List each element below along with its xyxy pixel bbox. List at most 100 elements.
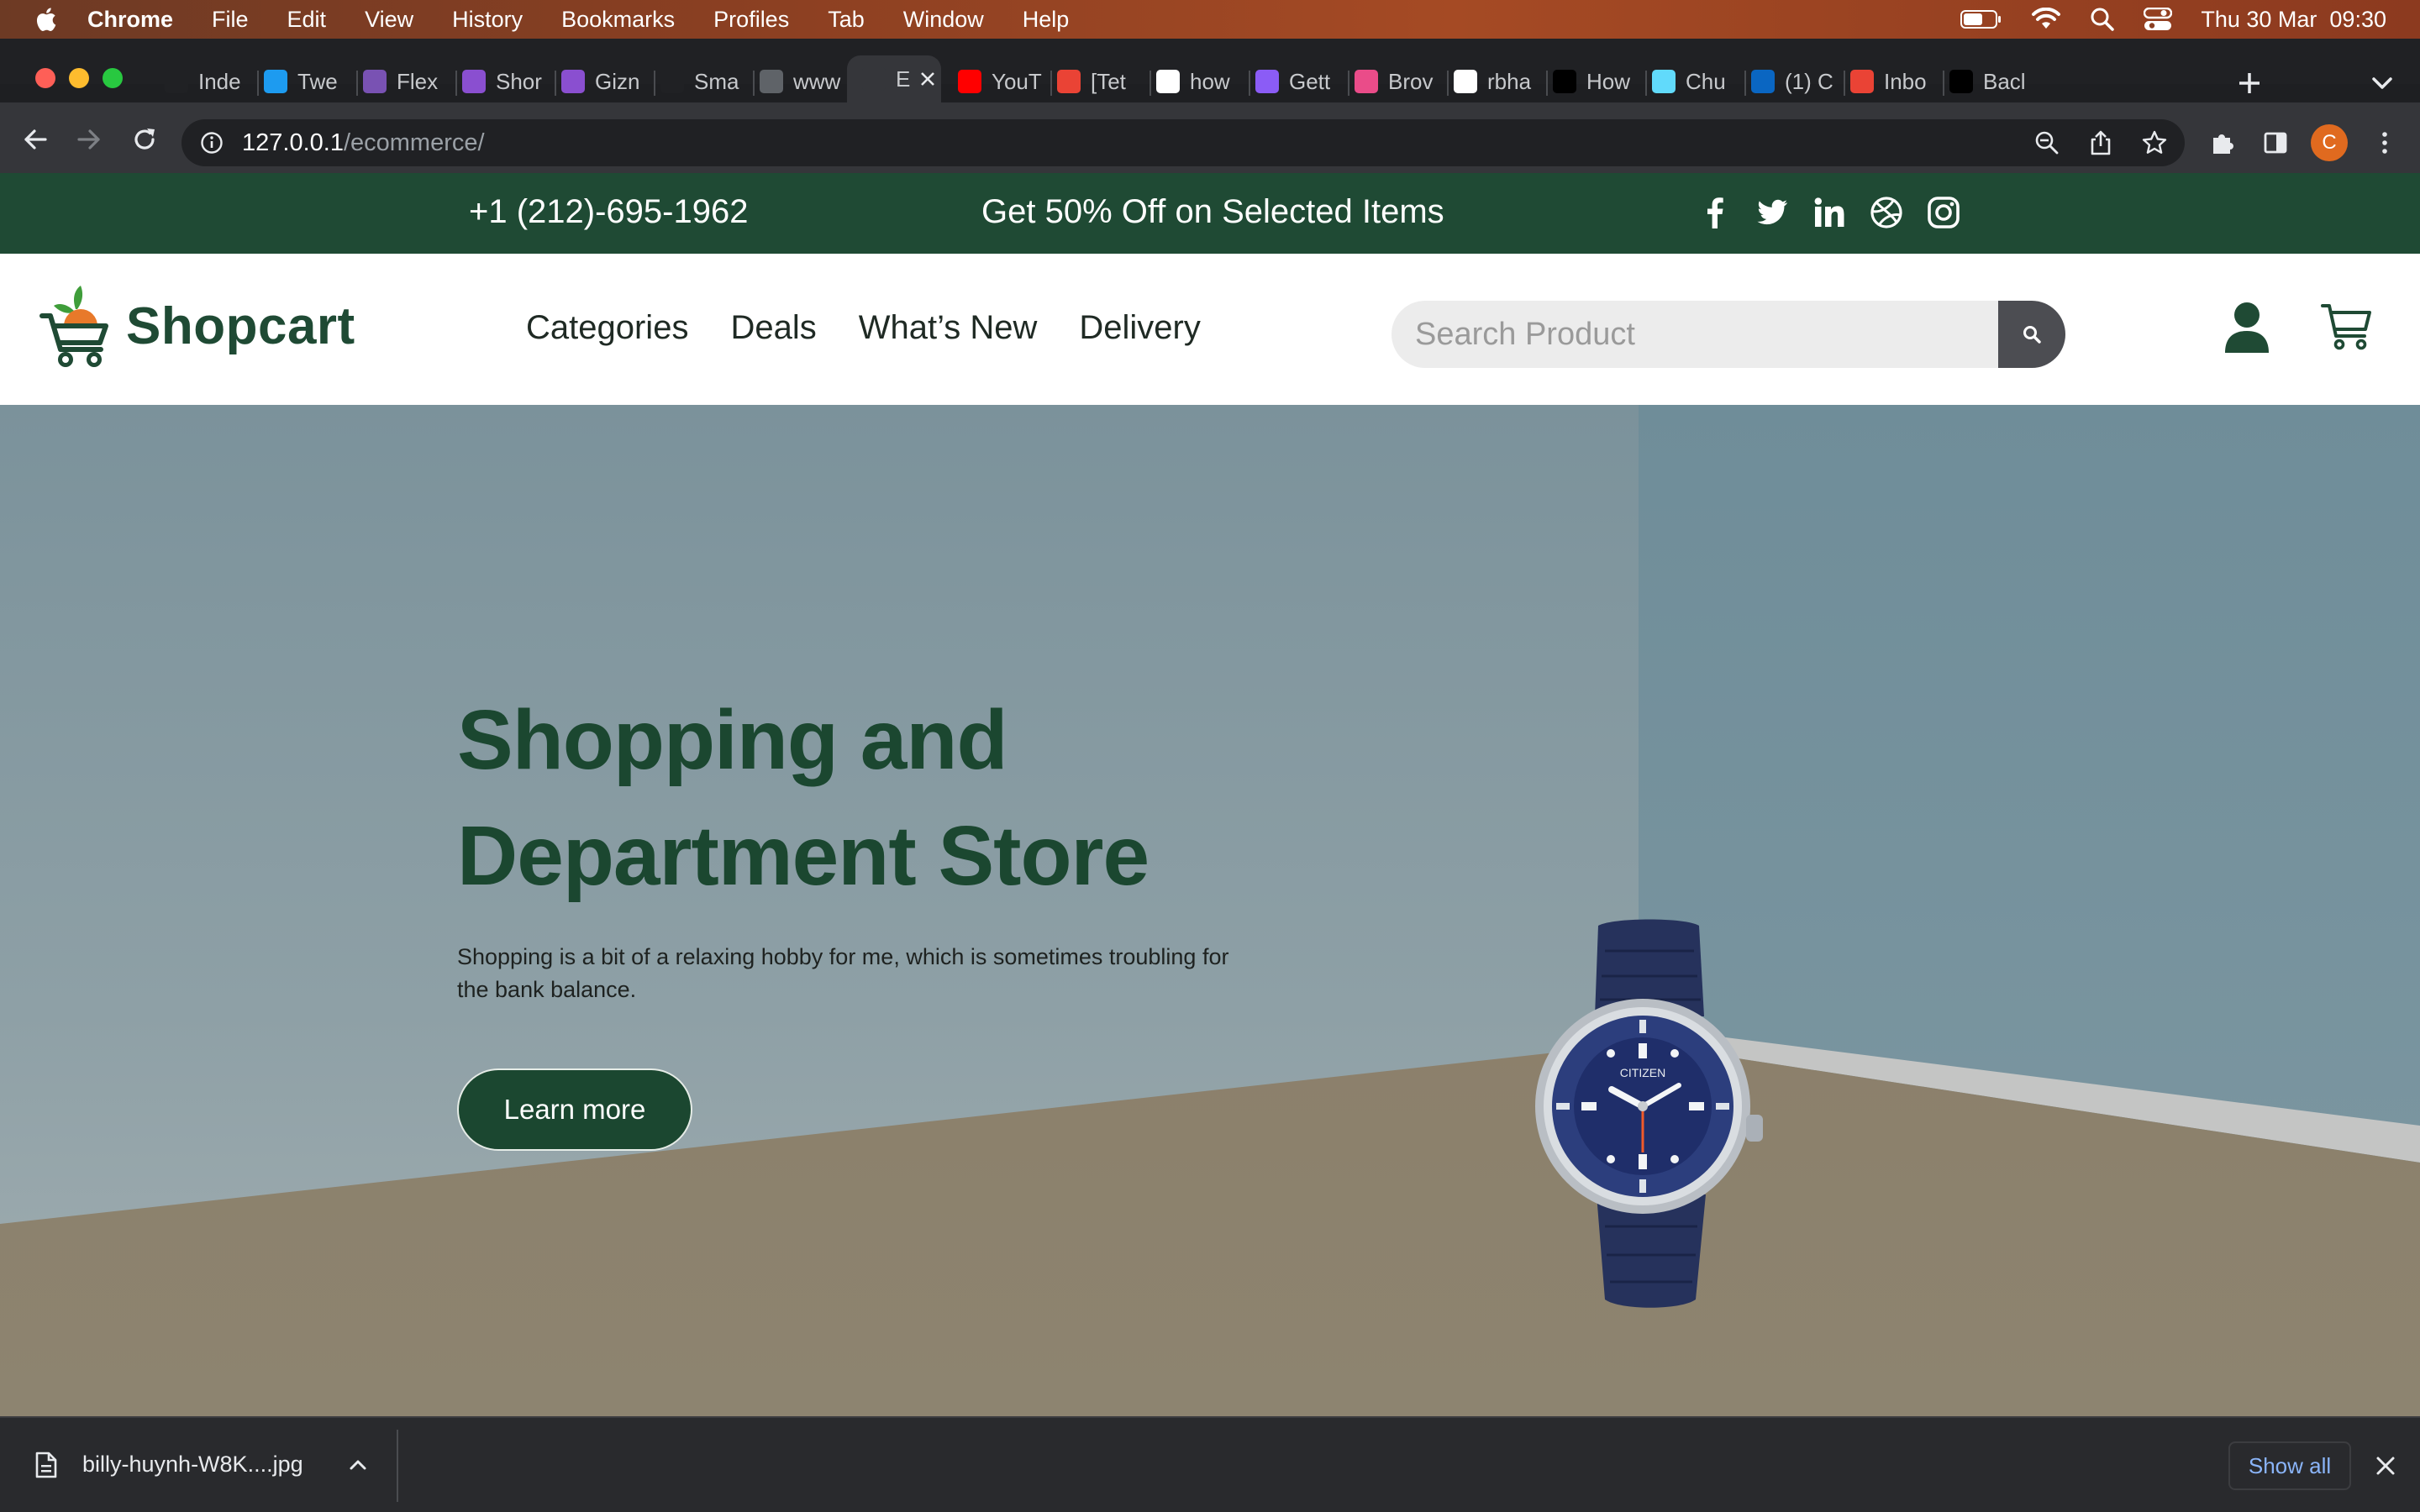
twitter-icon — [264, 70, 287, 93]
site-info-icon[interactable] — [200, 131, 224, 155]
tab-close-icon[interactable] — [919, 71, 936, 87]
tab-title: Sma — [694, 68, 739, 94]
window-minimize-button[interactable] — [69, 68, 89, 88]
wristwatch-product-image: CITIZEN — [1535, 919, 1763, 1308]
browser-tab-8[interactable]: E — [847, 55, 941, 102]
browser-tab-11[interactable]: how — [1156, 62, 1244, 101]
site-logo[interactable]: Shopcart — [39, 284, 355, 368]
window-close-button[interactable] — [35, 68, 55, 88]
bookmark-star-icon[interactable] — [2141, 129, 2168, 156]
w-icon — [561, 70, 585, 93]
menu-view[interactable]: View — [365, 7, 413, 33]
hero-description: Shopping is a bit of a relaxing hobby fo… — [457, 944, 1229, 1002]
browser-tab-2[interactable]: Twe — [264, 62, 351, 101]
wifi-icon[interactable] — [2031, 8, 2061, 31]
chrome-menu-kebab-icon[interactable] — [2371, 129, 2398, 156]
close-icon[interactable] — [2375, 1455, 2396, 1477]
browser-tab-7[interactable]: www — [760, 62, 847, 101]
show-all-downloads-button[interactable]: Show all — [2228, 1441, 2351, 1490]
url-host: 127.0.0.1 — [242, 129, 344, 156]
browser-tab-9[interactable]: YouT — [958, 62, 1045, 101]
dribbble-icon — [1355, 70, 1378, 93]
browser-tab-16[interactable]: Chu — [1652, 62, 1739, 101]
menu-window[interactable]: Window — [903, 7, 984, 33]
tab-title: YouT — [992, 68, 1042, 94]
browser-tab-4[interactable]: Shor — [462, 62, 550, 101]
menu-history[interactable]: History — [452, 7, 523, 33]
share-icon[interactable] — [2087, 129, 2114, 156]
instagram-icon[interactable] — [1926, 195, 1961, 230]
menu-bar-clock[interactable]: Thu 30 Mar 09:30 — [2201, 7, 2386, 33]
back-arrow-icon[interactable] — [22, 126, 49, 153]
learn-more-button[interactable]: Learn more — [457, 1068, 692, 1151]
url-text: 127.0.0.1/ecommerce/ — [242, 129, 485, 157]
hero-heading-line-2: Department Store — [457, 809, 1150, 903]
browser-tab-13[interactable]: Brov — [1355, 62, 1442, 101]
menu-help[interactable]: Help — [1023, 7, 1070, 33]
profile-avatar[interactable]: C — [2311, 124, 2348, 161]
shelf-divider — [397, 1430, 398, 1502]
macos-menu-bar: Chrome File Edit View History Bookmarks … — [0, 0, 2420, 39]
user-account-icon[interactable] — [2223, 301, 2270, 354]
window-zoom-button[interactable] — [103, 68, 123, 88]
github-icon — [1454, 70, 1477, 93]
address-bar[interactable]: 127.0.0.1/ecommerce/ — [182, 119, 2185, 166]
facebook-icon[interactable] — [1697, 195, 1733, 230]
download-filename[interactable]: billy-huynh-W8K....jpg — [82, 1452, 303, 1478]
browser-tab-3[interactable]: Flex — [363, 62, 450, 101]
nav-whats-new[interactable]: What’s New — [859, 309, 1038, 347]
browser-tab-14[interactable]: rbha — [1454, 62, 1541, 101]
browser-tab-18[interactable]: Inbo — [1850, 62, 1938, 101]
menu-tab[interactable]: Tab — [828, 7, 865, 33]
tab-title: Gett — [1289, 68, 1331, 94]
control-center-icon[interactable] — [2144, 8, 2173, 31]
side-panel-icon[interactable] — [2262, 129, 2289, 156]
tab-title: Gizn — [595, 68, 640, 94]
search-input[interactable] — [1392, 301, 1998, 368]
google-icon — [1156, 70, 1180, 93]
spotlight-search-icon[interactable] — [2090, 7, 2115, 32]
menu-bookmarks[interactable]: Bookmarks — [561, 7, 675, 33]
tab-title: how — [1190, 68, 1230, 94]
tab-search-chevron-icon[interactable] — [2371, 76, 2393, 91]
reload-icon[interactable] — [131, 126, 158, 153]
apple-icon[interactable] — [34, 6, 57, 33]
menu-edit[interactable]: Edit — [287, 7, 327, 33]
phone-number[interactable]: +1 (212)-695-1962 — [469, 193, 748, 231]
new-tab-icon[interactable] — [2237, 71, 2262, 96]
react-icon — [1652, 70, 1676, 93]
browser-tab-5[interactable]: Gizn — [561, 62, 649, 101]
menu-file[interactable]: File — [212, 7, 249, 33]
extensions-puzzle-icon[interactable] — [2208, 129, 2235, 156]
menu-app-chrome[interactable]: Chrome — [87, 7, 173, 33]
bootstrap-icon — [363, 70, 387, 93]
linkedin-icon — [1751, 70, 1775, 93]
twitter-icon[interactable] — [1754, 195, 1790, 230]
tab-title: rbha — [1487, 68, 1532, 94]
tab-separator — [555, 71, 556, 96]
browser-tab-10[interactable]: [Tet — [1057, 62, 1144, 101]
tab-title: Inbo — [1884, 68, 1927, 94]
browser-tab-15[interactable]: How — [1553, 62, 1640, 101]
gmail-icon — [1850, 70, 1874, 93]
nav-delivery[interactable]: Delivery — [1079, 309, 1200, 347]
shopping-cart-icon[interactable] — [2321, 302, 2373, 351]
search-button[interactable] — [1998, 301, 2065, 368]
menu-profiles[interactable]: Profiles — [713, 7, 789, 33]
tab-separator — [1744, 71, 1746, 96]
browser-tab-1[interactable]: Inde — [165, 62, 252, 101]
zoom-out-icon[interactable] — [2033, 129, 2060, 156]
linkedin-icon[interactable] — [1812, 195, 1847, 230]
browser-tab-6[interactable]: Sma — [660, 62, 748, 101]
browser-tab-19[interactable]: Bacl — [1949, 62, 2037, 101]
brand-name[interactable]: Shopcart — [126, 297, 355, 356]
nav-deals[interactable]: Deals — [730, 309, 816, 347]
browser-tab-12[interactable]: Gett — [1255, 62, 1343, 101]
tab-separator — [1348, 71, 1349, 96]
forward-arrow-icon[interactable] — [76, 126, 103, 153]
chevron-up-icon[interactable] — [348, 1455, 368, 1475]
browser-tab-17[interactable]: (1) C — [1751, 62, 1839, 101]
dribbble-icon[interactable] — [1869, 195, 1904, 230]
battery-icon[interactable] — [1960, 9, 2002, 29]
nav-categories[interactable]: Categories — [526, 309, 688, 347]
